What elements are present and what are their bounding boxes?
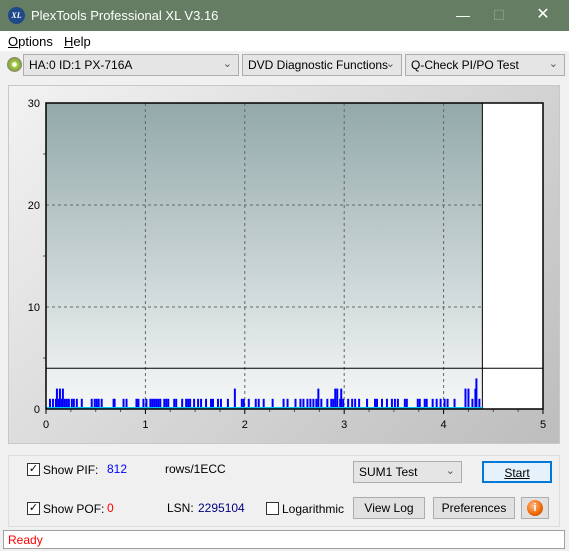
close-button[interactable]: ✕ (528, 5, 558, 25)
logarithmic-label: Logarithmic (282, 502, 345, 516)
controls-panel: ✓ Show PIF: 812 rows/1ECC SUM1 Test ⌄ Sta… (8, 455, 560, 527)
disc-icon (7, 57, 22, 72)
preferences-button[interactable]: Preferences (433, 497, 515, 519)
menu-label: Help (64, 34, 91, 49)
pif-bar (475, 378, 478, 409)
pif-bar (334, 388, 337, 409)
menu-label: Options (8, 34, 53, 49)
menu-bar: Options Help (0, 31, 569, 51)
drive-value: HA:0 ID:1 PX-716A (29, 58, 133, 72)
show-pif-label: Show PIF: (43, 463, 99, 477)
pif-value: 812 (107, 462, 128, 476)
y-tick-label: 30 (28, 98, 40, 110)
pif-bar (467, 388, 470, 409)
start-button[interactable]: Start (482, 461, 552, 483)
start-label: Start (504, 466, 530, 480)
lsn-label: LSN: (167, 501, 194, 515)
chevron-down-icon: ⌄ (385, 58, 395, 70)
y-tick-label: 10 (28, 302, 40, 314)
chevron-down-icon: ⌄ (548, 58, 558, 70)
minimize-button[interactable]: — (448, 5, 478, 25)
x-tick-label: 4 (441, 419, 447, 431)
toolbar: HA:0 ID:1 PX-716A ⌄ DVD Diagnostic Functi… (0, 51, 569, 79)
info-button[interactable]: i (521, 497, 549, 519)
logarithmic-checkbox[interactable] (266, 502, 279, 515)
function-value: DVD Diagnostic Functions (248, 58, 389, 72)
pif-bar (340, 388, 343, 409)
x-tick-label: 3 (341, 419, 347, 431)
status-bar: Ready (3, 530, 565, 549)
x-tick-label: 0 (43, 419, 49, 431)
chevron-down-icon: ⌄ (445, 465, 455, 477)
drive-select[interactable]: HA:0 ID:1 PX-716A ⌄ (23, 54, 239, 76)
show-pof-checkbox[interactable]: ✓ (27, 502, 40, 515)
chart-svg: 0 1 2 3 4 5 0 10 20 30 (28, 98, 546, 431)
x-tick-label: 1 (142, 419, 148, 431)
test-select[interactable]: Q-Check PI/PO Test ⌄ (405, 54, 565, 76)
pif-bar (317, 388, 320, 409)
test-value: Q-Check PI/PO Test (411, 58, 519, 72)
view-log-button[interactable]: View Log (353, 497, 425, 519)
pif-bar (58, 388, 61, 409)
menu-options[interactable]: Options (8, 34, 53, 49)
x-tick-label: 2 (242, 419, 248, 431)
chevron-down-icon: ⌄ (222, 58, 232, 70)
pif-bar (55, 388, 58, 409)
pif-chart: 0 1 2 3 4 5 0 10 20 30 (8, 85, 560, 444)
show-pif-checkbox[interactable]: ✓ (27, 463, 40, 476)
app-logo-icon: XL (8, 7, 25, 24)
y-tick-label: 0 (34, 404, 40, 416)
plot-area (46, 103, 543, 409)
menu-help[interactable]: Help (64, 34, 91, 49)
function-select[interactable]: DVD Diagnostic Functions ⌄ (242, 54, 402, 76)
sum-test-select[interactable]: SUM1 Test ⌄ (353, 461, 462, 483)
lsn-value: 2295104 (198, 501, 245, 515)
pif-bar (61, 388, 64, 409)
x-tick-label: 5 (540, 419, 546, 431)
y-tick-label: 20 (28, 200, 40, 212)
pif-bar (233, 388, 236, 409)
pif-bar (464, 388, 467, 409)
window-title: PlexTools Professional XL V3.16 (31, 8, 219, 23)
pof-value: 0 (107, 501, 114, 515)
pif-bar (336, 388, 339, 409)
rows-label: rows/1ECC (165, 462, 226, 476)
show-pof-label: Show POF: (43, 502, 105, 516)
sum-test-value: SUM1 Test (359, 465, 418, 479)
unscanned-area (482, 103, 543, 409)
title-bar: XL PlexTools Professional XL V3.16 — ☐ ✕ (0, 0, 569, 31)
info-icon: i (527, 500, 543, 516)
maximize-button[interactable]: ☐ (484, 5, 514, 25)
